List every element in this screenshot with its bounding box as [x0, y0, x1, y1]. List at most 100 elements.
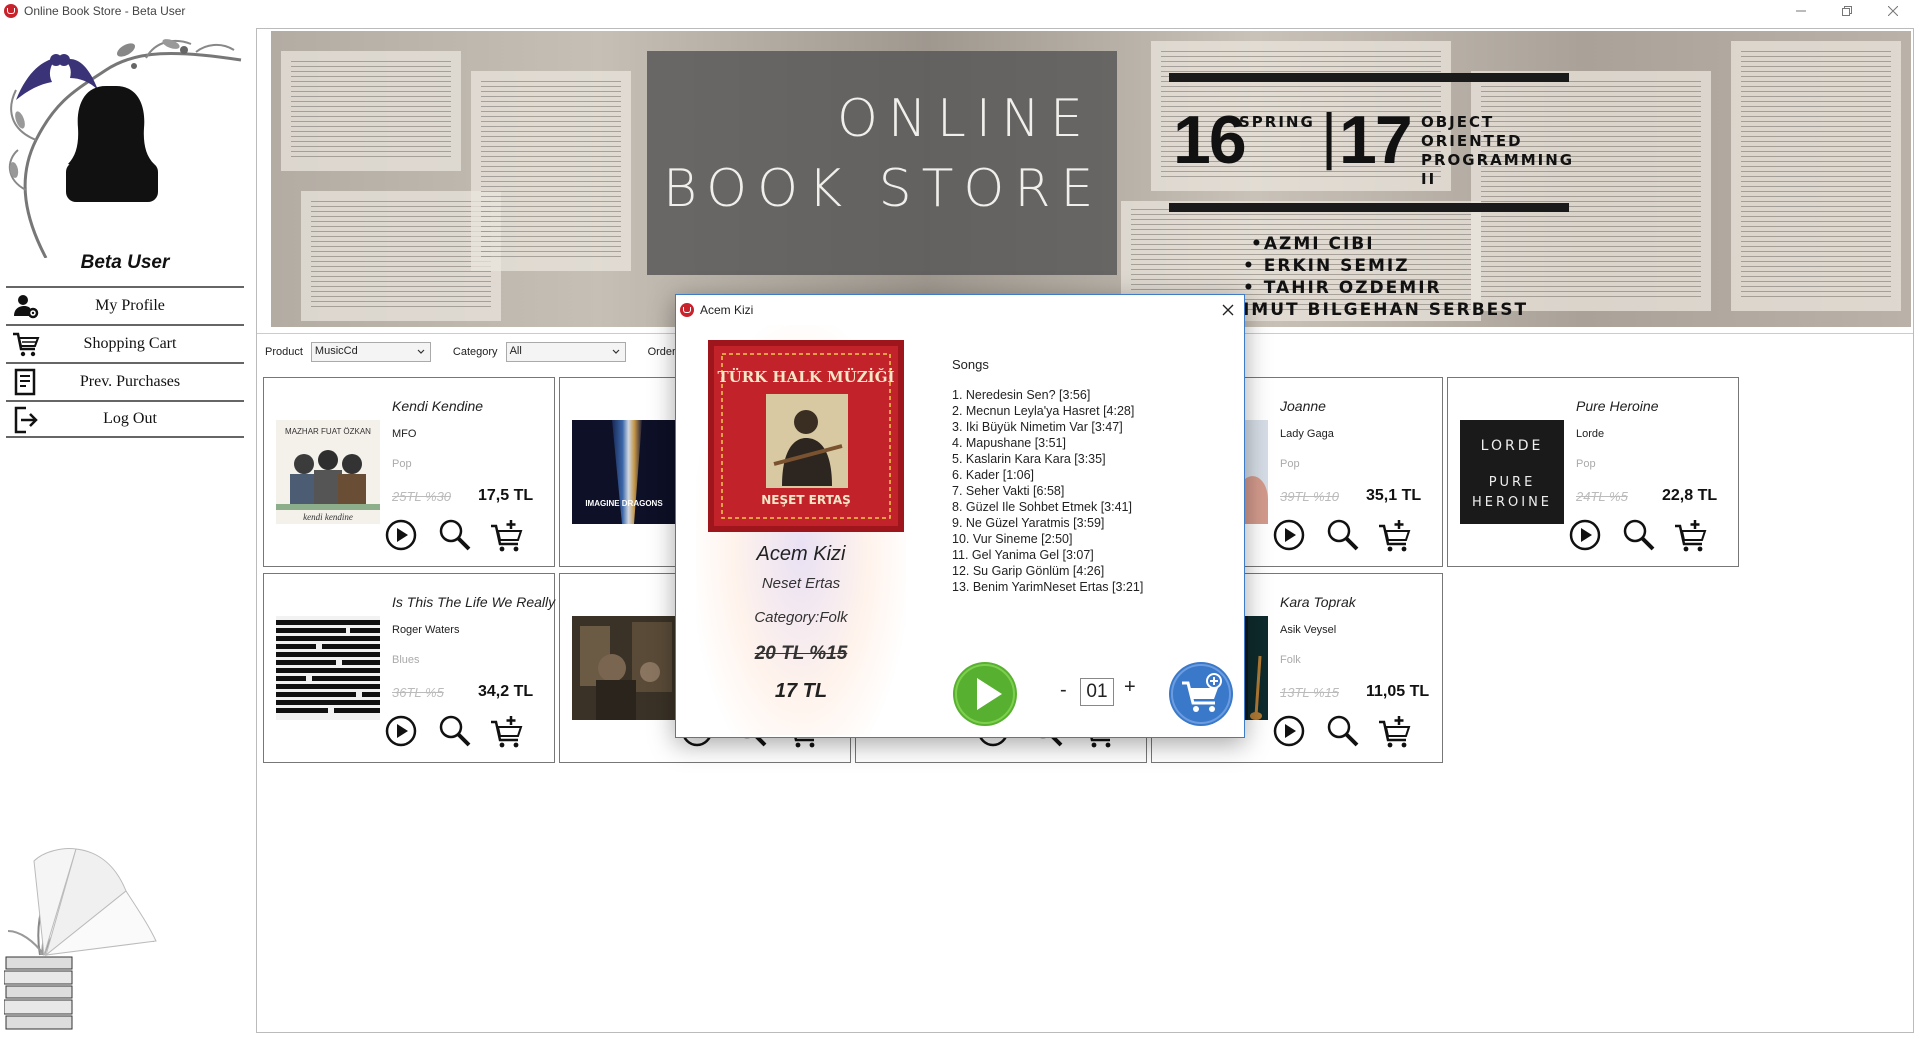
- menu-item-prev-purchases[interactable]: Prev. Purchases: [6, 362, 244, 400]
- product-artist: Lady Gaga: [1280, 428, 1334, 440]
- menu-item-label: Shopping Cart: [83, 335, 177, 352]
- restore-icon[interactable]: [1824, 0, 1870, 22]
- user-name: Beta User: [80, 252, 170, 273]
- add-to-cart-icon[interactable]: [1378, 518, 1412, 552]
- album-cover-artist-text: NEŞET ERTAŞ: [761, 493, 851, 507]
- product-title: Kara Toprak: [1280, 594, 1356, 610]
- product-old-price: 36TL %5: [392, 685, 444, 700]
- minimize-icon[interactable]: [1778, 0, 1824, 22]
- song-list: 1. Neredesin Sen? [3:56] 2. Mecnun Leyla…: [952, 387, 1143, 595]
- menu-item-shopping-cart[interactable]: Shopping Cart: [6, 324, 244, 362]
- play-icon[interactable]: [1272, 518, 1306, 552]
- album-cover-text: IMAGINE DRAGONS: [585, 499, 663, 508]
- svg-text:kendi kendine: kendi kendine: [303, 512, 353, 522]
- album-cover-image: TÜRK HALK MÜZİĞİ NEŞET ERTAŞ: [708, 340, 904, 532]
- album-cover-image: [276, 616, 380, 720]
- album-cover-image: IMAGINE DRAGONS: [572, 420, 676, 524]
- album-price: 17 TL: [774, 680, 828, 702]
- album-cover-image: LORDE PURE HEROINE: [1460, 420, 1564, 524]
- svg-text:HEROINE: HEROINE: [1472, 495, 1552, 510]
- app-logo-icon: [680, 303, 694, 317]
- add-to-cart-icon[interactable]: [1674, 518, 1708, 552]
- product-select[interactable]: MusicCd: [310, 342, 431, 362]
- add-to-cart-icon[interactable]: [1168, 661, 1234, 727]
- album-old-price: 20 TL %15: [754, 643, 848, 664]
- banner-season: SPRING: [1239, 113, 1315, 131]
- product-title: Joanne: [1280, 398, 1326, 414]
- window-title: Online Book Store - Beta User: [24, 4, 186, 18]
- menu-item-my-profile[interactable]: My Profile: [6, 286, 244, 324]
- search-icon[interactable]: [1326, 714, 1360, 748]
- svg-text:PURE: PURE: [1489, 475, 1536, 490]
- play-icon[interactable]: [1272, 714, 1306, 748]
- add-to-cart-icon[interactable]: [490, 518, 524, 552]
- product-title: Pure Heroine: [1576, 398, 1659, 414]
- search-icon[interactable]: [438, 518, 472, 552]
- album-category: Category:Folk: [754, 609, 848, 626]
- product-genre: Pop: [1280, 458, 1300, 470]
- chevron-down-icon: [417, 349, 425, 354]
- logout-icon: [14, 406, 38, 434]
- app-window: Online Book Store - Beta User Beta User …: [0, 0, 1920, 1040]
- dialog-close-icon[interactable]: [1218, 300, 1238, 320]
- banner-title-line1: ONLINE: [837, 89, 1093, 149]
- song-item: 6. Kader [1:06]: [952, 468, 1035, 482]
- dialog-title: Acem Kizi: [700, 303, 754, 317]
- search-icon[interactable]: [1622, 518, 1656, 552]
- song-item: 7. Seher Vakti [6:58]: [952, 484, 1065, 498]
- shopping-cart-icon: [13, 332, 40, 357]
- quantity-field[interactable]: 01: [1080, 678, 1114, 706]
- menu-item-label: My Profile: [95, 297, 165, 314]
- product-old-price: 25TL %30: [392, 489, 452, 504]
- product-title: Kendi Kendine: [392, 398, 484, 414]
- search-icon[interactable]: [438, 714, 472, 748]
- app-logo-icon: [4, 4, 18, 18]
- banner-bar-top: [1169, 73, 1569, 82]
- play-icon[interactable]: [384, 518, 418, 552]
- quantity-decrease-button[interactable]: -: [1060, 679, 1067, 702]
- product-genre: Pop: [1576, 458, 1596, 470]
- product-old-price: 13TL %15: [1280, 685, 1340, 700]
- play-icon[interactable]: [952, 661, 1018, 727]
- product-card[interactable]: MAZHAR FUAT ÖZKAN kendi kendine Kendi Ke…: [263, 377, 555, 567]
- sidebar-menu: My Profile Shopping Cart Prev. Purchases…: [6, 286, 244, 438]
- album-cover-text: TÜRK HALK MÜZİĞİ: [717, 367, 894, 386]
- close-icon[interactable]: [1870, 0, 1916, 22]
- filter-bar: Product MusicCd Category All Order: [265, 341, 684, 363]
- song-item: 4. Mapushane [3:51]: [952, 436, 1066, 450]
- svg-text:LORDE: LORDE: [1481, 438, 1544, 454]
- product-old-price: 39TL %10: [1280, 489, 1340, 504]
- banner-title-line2: BOOK STORE: [663, 159, 1104, 219]
- product-card[interactable]: LORDE PURE HEROINE Pure Heroine Lorde Po…: [1447, 377, 1739, 567]
- banner-year2: 17: [1339, 102, 1413, 178]
- play-icon[interactable]: [1568, 518, 1602, 552]
- product-price: 22,8 TL: [1662, 487, 1718, 504]
- product-detail-dialog: Acem Kizi TÜRK HALK MÜZİĞİ NEŞET ERTAŞ A…: [675, 294, 1245, 738]
- title-bar: Online Book Store - Beta User: [0, 0, 1920, 22]
- album-artist: Neset Ertas: [761, 575, 841, 592]
- play-icon[interactable]: [384, 714, 418, 748]
- category-select[interactable]: All: [505, 342, 626, 362]
- product-filter-label: Product: [265, 346, 303, 358]
- menu-item-log-out[interactable]: Log Out: [6, 400, 244, 438]
- sidebar: Beta User My Profile Shopping Cart Prev.…: [0, 26, 250, 1040]
- quantity-increase-button[interactable]: +: [1124, 676, 1136, 699]
- product-old-price: 24TL %5: [1576, 489, 1628, 504]
- banner-bar-bottom: [1169, 203, 1569, 212]
- album-cover-image: [572, 616, 676, 720]
- song-item: 8. Güzel Ile Sohbet Etmek [3:41]: [952, 500, 1132, 514]
- album-cover-image: MAZHAR FUAT ÖZKAN kendi kendine: [276, 420, 380, 524]
- product-card[interactable]: Is This The Life We Really Roger Waters …: [263, 573, 555, 763]
- product-genre: Blues: [392, 654, 420, 666]
- banner: ONLINE BOOK STORE 16 SPRING | 17 OBJECT …: [271, 31, 1911, 327]
- profile-settings-icon: [14, 295, 39, 319]
- product-genre: Pop: [392, 458, 412, 470]
- product-price: 11,05 TL: [1366, 683, 1430, 700]
- menu-item-label: Prev. Purchases: [79, 373, 181, 390]
- song-item: 13. Benim YarimNeset Ertas [3:21]: [952, 580, 1144, 594]
- add-to-cart-icon[interactable]: [490, 714, 524, 748]
- song-item: 3. Iki Büyük Nimetim Var [3:47]: [952, 420, 1123, 434]
- search-icon[interactable]: [1326, 518, 1360, 552]
- add-to-cart-icon[interactable]: [1378, 714, 1412, 748]
- books-decoration: [4, 848, 157, 1030]
